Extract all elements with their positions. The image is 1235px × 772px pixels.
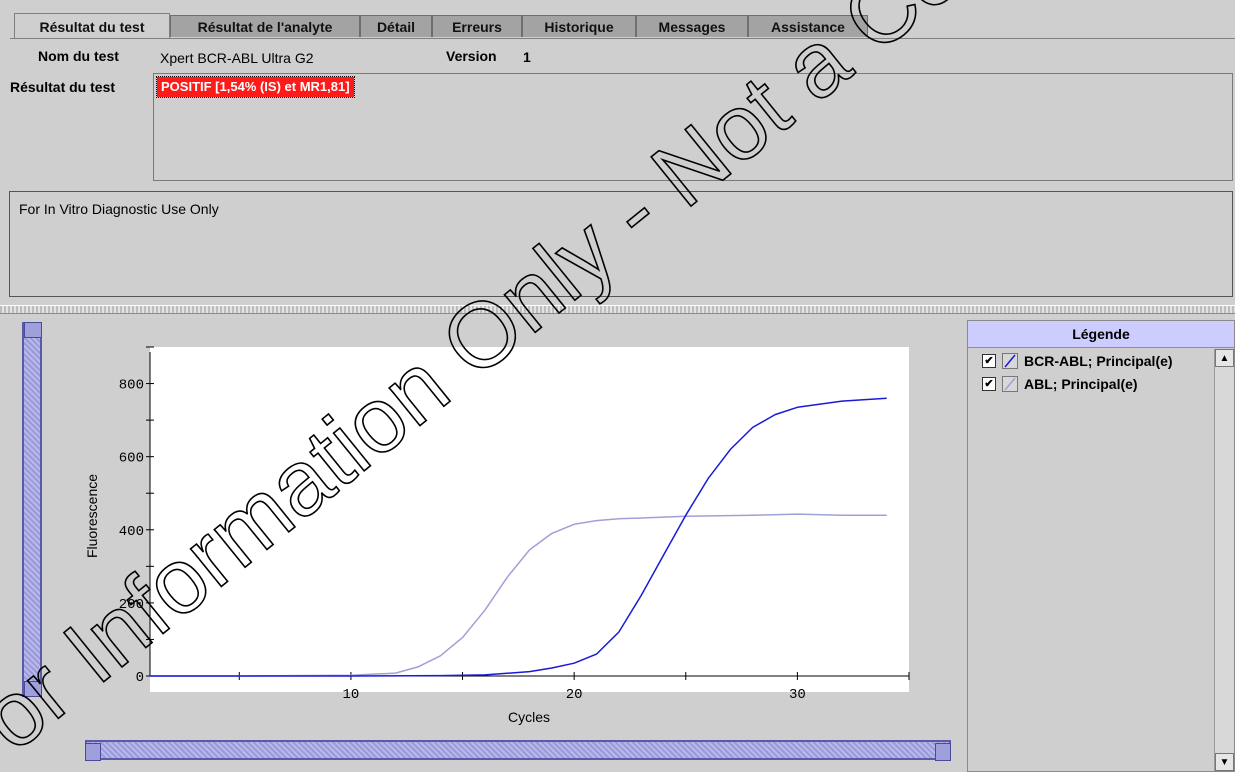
x-tick-label: 10 <box>343 687 360 703</box>
result-label: Résultat du test <box>10 79 116 95</box>
result-badge: POSITIF [1,54% (IS) et MR1,81] <box>156 76 355 98</box>
scroll-up-icon[interactable]: ▲ <box>1215 349 1234 367</box>
plot-area <box>150 347 909 692</box>
x-tick-label: 20 <box>566 687 583 703</box>
y-tick-label: 600 <box>119 451 144 467</box>
x-axis-label: Cycles <box>508 709 550 725</box>
legend-checkbox-bcr-abl[interactable]: ✔ <box>982 354 996 368</box>
tab-detail[interactable]: Détail <box>360 15 432 37</box>
legend-item-abl[interactable]: ✔ ABL; Principal(e) <box>982 374 1138 394</box>
test-name-value: Xpert BCR-ABL Ultra G2 <box>160 50 314 66</box>
legend-scrollbar[interactable]: ▲ ▼ <box>1214 349 1234 771</box>
note-text: For In Vitro Diagnostic Use Only <box>19 201 219 217</box>
y-axis-label: Fluorescence <box>84 474 100 558</box>
tab-bar: Résultat du test Résultat de l'analyte D… <box>0 0 1235 40</box>
tab-history[interactable]: Historique <box>522 15 636 37</box>
tab-analyte-result[interactable]: Résultat de l'analyte <box>170 15 360 37</box>
y-tick-label: 800 <box>119 378 144 394</box>
tab-test-result[interactable]: Résultat du test <box>14 13 170 39</box>
tab-messages[interactable]: Messages <box>636 15 748 37</box>
tab-divider <box>10 38 1235 39</box>
test-name-label: Nom du test <box>38 48 119 64</box>
tab-assistance[interactable]: Assistance <box>748 15 868 37</box>
legend-swatch-bcr-abl <box>1002 353 1018 369</box>
y-tick-label: 0 <box>136 670 144 686</box>
amplification-chart: 0 200 400 600 800 10 20 30 Fluorescence Cycles <box>84 346 910 725</box>
legend-item-bcr-abl[interactable]: ✔ BCR-ABL; Principal(e) <box>982 351 1173 371</box>
legend-label: BCR-ABL; Principal(e) <box>1024 353 1173 369</box>
note-box: For In Vitro Diagnostic Use Only <box>9 191 1233 297</box>
legend-label: ABL; Principal(e) <box>1024 376 1138 392</box>
panel-splitter[interactable] <box>0 305 1235 314</box>
y-tick-label: 400 <box>119 524 144 540</box>
scroll-down-icon[interactable]: ▼ <box>1215 753 1234 771</box>
x-tick-label: 30 <box>789 687 806 703</box>
legend-panel: Légende ✔ BCR-ABL; Principal(e) ✔ ABL; P… <box>967 320 1235 772</box>
legend-swatch-abl <box>1002 376 1018 392</box>
legend-title: Légende <box>968 321 1234 348</box>
version-label: Version <box>446 48 497 64</box>
y-tick-label: 200 <box>119 597 144 613</box>
tab-errors[interactable]: Erreurs <box>432 15 522 37</box>
legend-checkbox-abl[interactable]: ✔ <box>982 377 996 391</box>
version-value: 1 <box>523 49 531 65</box>
result-box: POSITIF [1,54% (IS) et MR1,81] <box>153 73 1233 181</box>
